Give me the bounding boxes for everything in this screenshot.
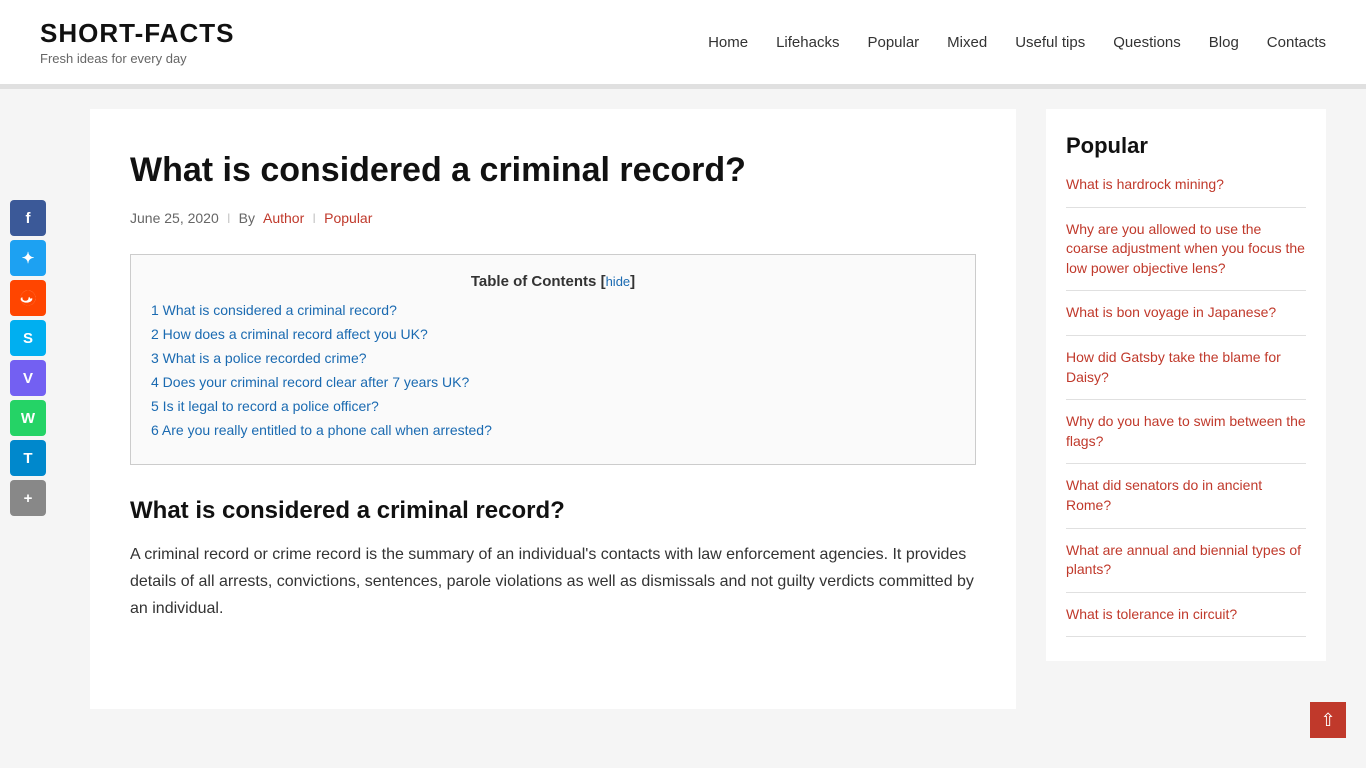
meta-separator-2: I — [312, 210, 316, 226]
nav-mixed[interactable]: Mixed — [947, 34, 987, 51]
social-skype-button[interactable]: S — [10, 320, 46, 356]
site-branding: SHORT-FACTS Fresh ideas for every day — [40, 18, 234, 66]
social-whatsapp-button[interactable]: W — [10, 400, 46, 436]
section1-title: What is considered a criminal record? — [130, 497, 976, 525]
social-share-button[interactable]: + — [10, 480, 46, 516]
nav-popular[interactable]: Popular — [867, 34, 919, 51]
social-viber-button[interactable]: V — [10, 360, 46, 396]
table-of-contents: Table of Contents [hide] 1 What is consi… — [130, 254, 976, 465]
page-wrapper: What is considered a criminal record? Ju… — [0, 89, 1366, 729]
popular-item-3: What is bon voyage in Japanese? — [1066, 291, 1306, 336]
toc-hide-link[interactable]: hide — [606, 274, 631, 289]
section1-body: A criminal record or crime record is the… — [130, 541, 976, 623]
article-category[interactable]: Popular — [324, 210, 372, 226]
nav-useful-tips[interactable]: Useful tips — [1015, 34, 1085, 51]
popular-link-2[interactable]: Why are you allowed to use the coarse ad… — [1066, 221, 1305, 276]
popular-item-5: Why do you have to swim between the flag… — [1066, 400, 1306, 464]
article-author[interactable]: Author — [263, 210, 304, 226]
nav-lifehacks[interactable]: Lifehacks — [776, 34, 839, 51]
meta-by: By — [239, 210, 255, 226]
sidebar: Popular What is hardrock mining? Why are… — [1046, 109, 1326, 709]
toc-link-2[interactable]: 2 How does a criminal record affect you … — [151, 326, 428, 342]
toc-item-1: 1 What is considered a criminal record? — [151, 302, 955, 320]
toc-item-4: 4 Does your criminal record clear after … — [151, 374, 955, 392]
article-date: June 25, 2020 — [130, 210, 219, 226]
toc-link-6[interactable]: 6 Are you really entitled to a phone cal… — [151, 422, 492, 438]
popular-link-7[interactable]: What are annual and biennial types of pl… — [1066, 542, 1301, 578]
popular-link-1[interactable]: What is hardrock mining? — [1066, 176, 1224, 192]
popular-item-6: What did senators do in ancient Rome? — [1066, 464, 1306, 528]
social-twitter-button[interactable]: ✦ — [10, 240, 46, 276]
nav-blog[interactable]: Blog — [1209, 34, 1239, 51]
toc-link-4[interactable]: 4 Does your criminal record clear after … — [151, 374, 469, 390]
meta-separator-1: I — [227, 210, 231, 226]
site-tagline: Fresh ideas for every day — [40, 51, 234, 66]
article-meta: June 25, 2020 I By Author I Popular — [130, 210, 976, 226]
social-sidebar: f ✦ S V W T + — [10, 200, 46, 516]
popular-item-4: How did Gatsby take the blame for Daisy? — [1066, 336, 1306, 400]
popular-link-6[interactable]: What did senators do in ancient Rome? — [1066, 477, 1262, 513]
main-content: What is considered a criminal record? Ju… — [90, 109, 1016, 709]
toc-item-6: 6 Are you really entitled to a phone cal… — [151, 422, 955, 440]
popular-link-5[interactable]: Why do you have to swim between the flag… — [1066, 413, 1306, 449]
sidebar-popular-section: Popular What is hardrock mining? Why are… — [1046, 109, 1326, 661]
popular-item-2: Why are you allowed to use the coarse ad… — [1066, 208, 1306, 292]
toc-link-3[interactable]: 3 What is a police recorded crime? — [151, 350, 367, 366]
popular-link-8[interactable]: What is tolerance in circuit? — [1066, 606, 1237, 622]
toc-item-2: 2 How does a criminal record affect you … — [151, 326, 955, 344]
popular-link-3[interactable]: What is bon voyage in Japanese? — [1066, 304, 1276, 320]
article-title: What is considered a criminal record? — [130, 149, 976, 192]
toc-list: 1 What is considered a criminal record? … — [151, 302, 955, 440]
popular-link-4[interactable]: How did Gatsby take the blame for Daisy? — [1066, 349, 1281, 385]
popular-item-8: What is tolerance in circuit? — [1066, 593, 1306, 638]
social-reddit-button[interactable] — [10, 280, 46, 316]
social-telegram-button[interactable]: T — [10, 440, 46, 476]
toc-link-5[interactable]: 5 Is it legal to record a police officer… — [151, 398, 379, 414]
toc-link-1[interactable]: 1 What is considered a criminal record? — [151, 302, 397, 318]
site-header: SHORT-FACTS Fresh ideas for every day Ho… — [0, 0, 1366, 85]
nav-contacts[interactable]: Contacts — [1267, 34, 1326, 51]
nav-home[interactable]: Home — [708, 34, 748, 51]
nav-questions[interactable]: Questions — [1113, 34, 1181, 51]
popular-list: What is hardrock mining? Why are you all… — [1066, 175, 1306, 637]
sidebar-popular-heading: Popular — [1066, 133, 1306, 159]
site-title[interactable]: SHORT-FACTS — [40, 18, 234, 49]
toc-item-3: 3 What is a police recorded crime? — [151, 350, 955, 368]
main-nav: Home Lifehacks Popular Mixed Useful tips… — [708, 34, 1326, 51]
scroll-to-top-button[interactable]: ⇧ — [1310, 702, 1346, 738]
toc-title: Table of Contents [hide] — [151, 273, 955, 290]
toc-item-5: 5 Is it legal to record a police officer… — [151, 398, 955, 416]
popular-item-7: What are annual and biennial types of pl… — [1066, 529, 1306, 593]
social-facebook-button[interactable]: f — [10, 200, 46, 236]
popular-item-1: What is hardrock mining? — [1066, 175, 1306, 208]
